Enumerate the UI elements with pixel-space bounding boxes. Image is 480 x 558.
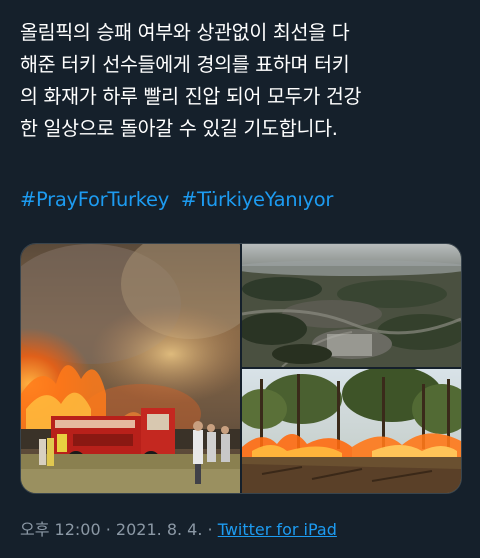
forest-fire-image bbox=[242, 369, 461, 493]
hashtag-turkiyeyaniyor[interactable]: #TürkiyeYanıyor bbox=[181, 188, 333, 211]
tweet-text: 올림픽의 승패 여부와 상관없이 최선을 다 해준 터키 선수들에게 경의를 표… bbox=[20, 17, 465, 145]
forest-fire-photo[interactable] bbox=[242, 369, 461, 493]
tweet-text-line: 의 화재가 하루 빨리 진압 되어 모두가 건강 bbox=[20, 85, 362, 108]
meta-separator: · bbox=[105, 520, 111, 539]
tweet-text-line: 올림픽의 승패 여부와 상관없이 최선을 다 bbox=[20, 21, 350, 44]
burned-forest-aerial-photo[interactable] bbox=[242, 244, 461, 367]
fire-truck-photo[interactable] bbox=[21, 244, 240, 493]
tweet-time: 오후 12:00 bbox=[20, 520, 101, 539]
burned-forest-aerial-image bbox=[242, 244, 461, 367]
fire-truck-image bbox=[21, 244, 240, 493]
tweet-text-line: 해준 터키 선수들에게 경의를 표하며 터키 bbox=[20, 53, 350, 76]
tweet-source-link[interactable]: Twitter for iPad bbox=[218, 520, 337, 539]
media-grid bbox=[20, 243, 462, 494]
meta-separator: · bbox=[207, 520, 213, 539]
tweet-meta: 오후 12:00 · 2021. 8. 4. · Twitter for iPa… bbox=[20, 518, 337, 542]
tweet-date: 2021. 8. 4. bbox=[115, 520, 203, 539]
hashtags: #PrayForTurkey #TürkiyeYanıyor bbox=[20, 184, 339, 216]
tweet-text-line: 한 일상으로 돌아갈 수 있길 기도합니다. bbox=[20, 117, 338, 140]
hashtag-prayforturkey[interactable]: #PrayForTurkey bbox=[20, 188, 169, 211]
